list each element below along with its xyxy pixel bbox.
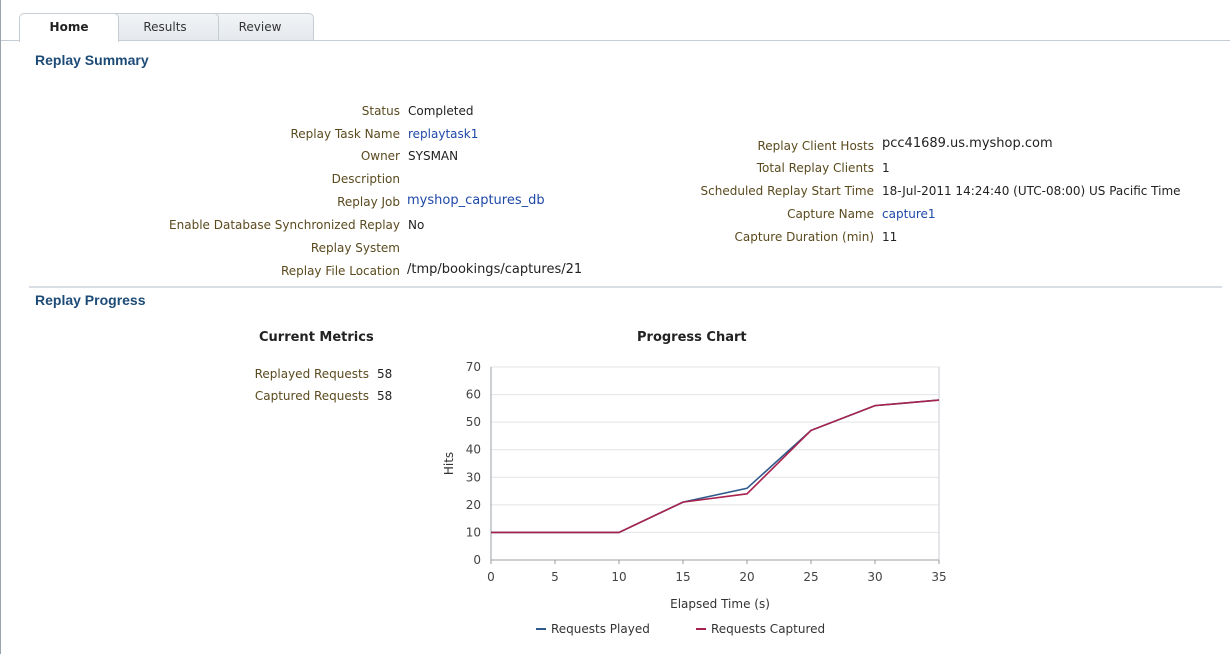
y-tick-label: 10 (466, 525, 481, 539)
x-tick-label: 35 (931, 570, 946, 584)
scheduled-start-time-label: Scheduled Replay Start Time (700, 184, 874, 198)
enable-db-sync-replay-label: Enable Database Synchronized Replay (169, 218, 400, 232)
capture-duration-value: 11 (882, 230, 898, 244)
replay-task-name-link[interactable]: replaytask1 (408, 127, 478, 141)
enable-db-sync-replay-value: No (408, 218, 425, 232)
section-divider (29, 286, 1222, 288)
replay-system-label: Replay System (310, 241, 400, 255)
replay-job-link[interactable]: myshop_captures_db (407, 193, 545, 208)
plot-area (490, 366, 940, 561)
replay-file-location-value: /tmp/bookings/captures/21 (407, 262, 583, 277)
replay-job-label: Replay Job (337, 195, 400, 209)
page-frame: Review Results Home Replay Summary Statu… (0, 0, 1230, 654)
y-axis-label: Hits (442, 452, 456, 475)
capture-duration-label: Capture Duration (min) (734, 230, 874, 244)
tab-home[interactable]: Home (19, 13, 119, 42)
tab-review[interactable]: Review (206, 13, 314, 41)
x-tick-label: 0 (487, 570, 495, 584)
legend-label: Requests Played (551, 622, 650, 636)
x-axis-label: Elapsed Time (s) (670, 597, 770, 611)
description-label: Description (331, 172, 400, 186)
replay-task-name-label: Replay Task Name (290, 127, 400, 141)
x-tick-label: 25 (803, 570, 818, 584)
current-metrics-title: Current Metrics (259, 330, 374, 345)
x-tick-label: 15 (675, 570, 690, 584)
progress-chart-title: Progress Chart (637, 330, 747, 345)
captured-requests-label: Captured Requests (254, 389, 369, 403)
y-tick-label: 0 (473, 553, 481, 567)
x-tick-label: 5 (551, 570, 559, 584)
replay-file-location-label: Replay File Location (280, 264, 400, 278)
y-tick-label: 20 (466, 498, 481, 512)
status-value: Completed (408, 104, 474, 118)
capture-name-link[interactable]: capture1 (882, 207, 936, 221)
y-tick-label: 70 (466, 360, 481, 374)
owner-label: Owner (360, 149, 400, 163)
captured-requests-value: 58 (377, 389, 393, 403)
replay-progress-title: Replay Progress (35, 292, 146, 308)
replay-summary-title: Replay Summary (35, 52, 149, 68)
x-tick-label: 10 (611, 570, 626, 584)
total-replay-clients-label: Total Replay Clients (756, 161, 874, 175)
scheduled-start-time-value: 18-Jul-2011 14:24:40 (UTC-08:00) US Paci… (882, 184, 1181, 198)
x-tick-label: 30 (867, 570, 882, 584)
replayed-requests-value: 58 (377, 367, 393, 381)
progress-chart: 0 10 20 30 40 50 60 70 0 5 10 15 20 25 30 35 Elapsed Tim… (442, 360, 947, 636)
owner-value: SYSMAN (408, 149, 459, 163)
y-tick-label: 60 (466, 388, 481, 402)
legend-label: Requests Captured (711, 622, 825, 636)
replay-client-hosts-value: pcc41689.us.myshop.com (882, 136, 1053, 151)
replayed-requests-label: Replayed Requests (254, 367, 369, 381)
tab-results[interactable]: Results (111, 13, 219, 41)
y-tick-label: 30 (466, 470, 481, 484)
capture-name-label: Capture Name (787, 207, 874, 221)
y-tick-label: 40 (466, 443, 481, 457)
x-tick-label: 20 (739, 570, 754, 584)
tab-bar-divider (1, 40, 1230, 41)
y-tick-label: 50 (466, 415, 481, 429)
status-label: Status (361, 104, 400, 118)
replay-client-hosts-label: Replay Client Hosts (757, 139, 874, 153)
tab-bar: Review Results Home (1, 0, 1230, 42)
total-replay-clients-value: 1 (882, 161, 890, 175)
